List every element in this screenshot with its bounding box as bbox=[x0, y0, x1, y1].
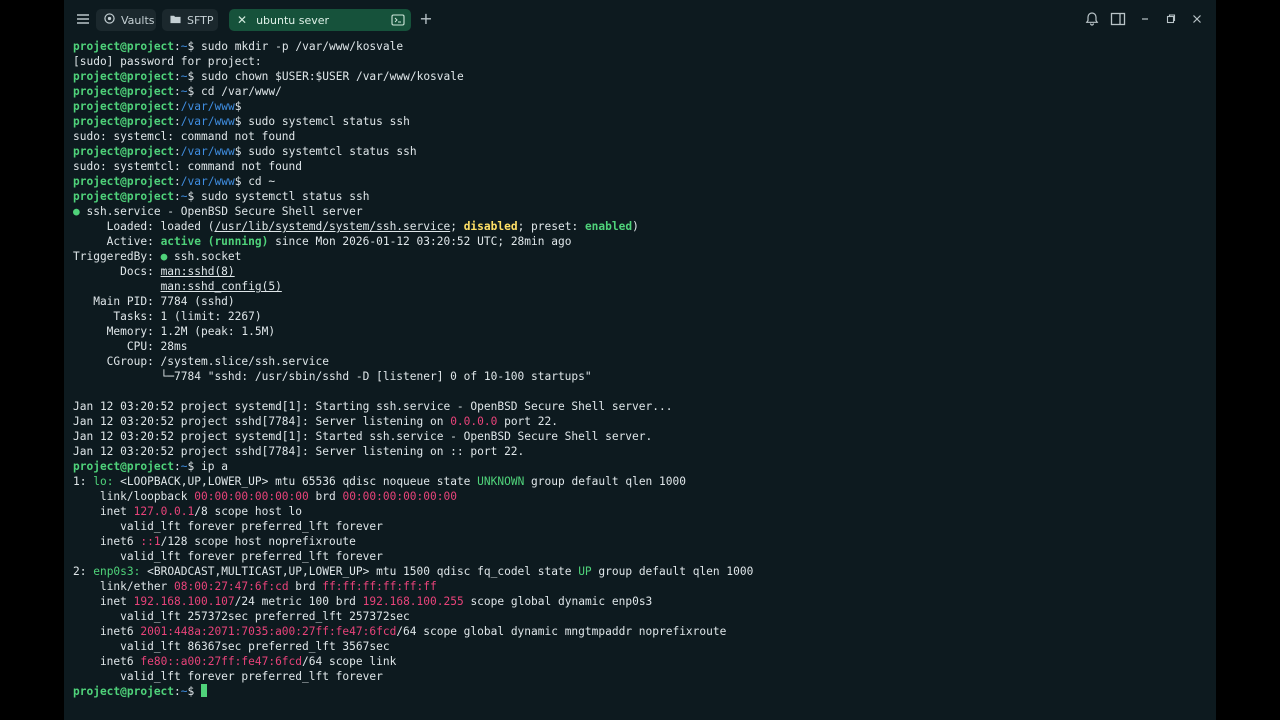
folder-icon bbox=[170, 14, 181, 27]
terminal-output[interactable]: project@project:~$ sudo mkdir -p /var/ww… bbox=[73, 39, 1208, 699]
tab-label: SFTP bbox=[187, 13, 214, 27]
terminal-line: project@project:/var/www$ cd ~ bbox=[73, 175, 276, 188]
terminal-line: ● ssh.service - OpenBSD Secure Shell ser… bbox=[73, 205, 363, 218]
terminal-line: sudo: systemtcl: command not found bbox=[73, 160, 303, 173]
tab-sftp[interactable]: SFTP bbox=[162, 9, 218, 31]
terminal-line: Active: active (running) since Mon 2026-… bbox=[73, 235, 572, 248]
terminal-line: Jan 12 03:20:52 project sshd[7784]: Serv… bbox=[73, 445, 525, 458]
tab-vaults[interactable]: Vaults bbox=[96, 9, 156, 31]
terminal-app-window: Vaults SFTP ✕ ubuntu sever + project@pro… bbox=[64, 0, 1216, 720]
new-tab-button[interactable]: + bbox=[416, 9, 436, 29]
terminal-line: link/loopback 00:00:00:00:00:00 brd 00:0… bbox=[73, 490, 457, 503]
terminal-line: project@project:/var/www$ sudo systemtcl… bbox=[73, 145, 417, 158]
terminal-line: Main PID: 7784 (sshd) bbox=[73, 295, 235, 308]
terminal-line: link/ether 08:00:27:47:6f:cd brd ff:ff:f… bbox=[73, 580, 437, 593]
bell-icon bbox=[1085, 12, 1099, 26]
terminal-line: inet 127.0.0.1/8 scope host lo bbox=[73, 505, 303, 518]
terminal-line: Jan 12 03:20:52 project systemd[1]: Star… bbox=[73, 430, 653, 443]
terminal-line: valid_lft forever preferred_lft forever bbox=[73, 670, 383, 683]
terminal-line: Jan 12 03:20:52 project sshd[7784]: Serv… bbox=[73, 415, 558, 428]
restore-icon bbox=[1166, 14, 1176, 24]
terminal-line: sudo: systemcl: command not found bbox=[73, 130, 296, 143]
hamburger-icon bbox=[77, 14, 89, 24]
close-window-button[interactable] bbox=[1188, 10, 1206, 28]
terminal-line: inet6 ::1/128 scope host noprefixroute bbox=[73, 535, 356, 548]
terminal-line: 2: enp0s3: <BROADCAST,MULTICAST,UP,LOWER… bbox=[73, 565, 754, 578]
terminal-line: valid_lft 257372sec preferred_lft 257372… bbox=[73, 610, 410, 623]
terminal-line: project@project:~$ cd /var/www/ bbox=[73, 85, 282, 98]
vault-icon bbox=[104, 13, 115, 27]
terminal-line: project@project:/var/www$ bbox=[73, 100, 242, 113]
terminal-line: └─7784 "sshd: /usr/sbin/sshd -D [listene… bbox=[73, 370, 592, 383]
terminal-line: Loaded: loaded (/usr/lib/systemd/system/… bbox=[73, 220, 639, 233]
plus-icon: + bbox=[419, 9, 433, 28]
close-icon bbox=[1193, 15, 1201, 23]
terminal-line: man:sshd_config(5) bbox=[160, 280, 282, 293]
terminal-line: TriggeredBy: ● ssh.socket bbox=[73, 250, 242, 263]
sidebar-toggle-button[interactable] bbox=[1109, 10, 1127, 28]
terminal-line: Docs: man:sshd(8) bbox=[73, 265, 235, 278]
tab-label: ubuntu sever bbox=[256, 13, 330, 27]
terminal-line: valid_lft forever preferred_lft forever bbox=[73, 550, 383, 563]
terminal-line: Jan 12 03:20:52 project systemd[1]: Star… bbox=[73, 400, 673, 413]
terminal-prompt-line[interactable]: project@project:~$ bbox=[73, 684, 1208, 699]
terminal-line: project@project:/var/www$ sudo systemcl … bbox=[73, 115, 410, 128]
terminal-line: valid_lft 86367sec preferred_lft 3567sec bbox=[73, 640, 390, 653]
terminal-line: inet 192.168.100.107/24 metric 100 brd 1… bbox=[73, 595, 653, 608]
terminal-line: inet6 fe80::a00:27ff:fe47:6fcd/64 scope … bbox=[73, 655, 397, 668]
restore-button[interactable] bbox=[1162, 10, 1180, 28]
terminal-line: valid_lft forever preferred_lft forever bbox=[73, 520, 383, 533]
tab-ubuntu-sever[interactable]: ✕ ubuntu sever bbox=[229, 9, 411, 31]
terminal-line: project@project:~$ ip a bbox=[73, 460, 228, 473]
terminal-line: project@project:~$ sudo mkdir -p /var/ww… bbox=[73, 40, 404, 53]
title-bar: Vaults SFTP ✕ ubuntu sever + bbox=[64, 0, 1216, 38]
split-icon[interactable] bbox=[391, 13, 405, 27]
text-cursor bbox=[201, 684, 208, 697]
terminal-line: inet6 2001:448a:2071:7035:a00:27ff:fe47:… bbox=[73, 625, 727, 638]
terminal-line: [sudo] password for project: bbox=[73, 55, 262, 68]
menu-button[interactable] bbox=[74, 10, 92, 28]
minimize-icon bbox=[1142, 18, 1148, 20]
terminal-line: 1: lo: <LOOPBACK,UP,LOWER_UP> mtu 65536 … bbox=[73, 475, 686, 488]
notifications-button[interactable] bbox=[1083, 10, 1101, 28]
terminal-line: CGroup: /system.slice/ssh.service bbox=[73, 355, 329, 368]
tab-label: Vaults bbox=[121, 13, 155, 27]
terminal-line: project@project:~$ sudo chown $USER:$USE… bbox=[73, 70, 464, 83]
terminal-line: Memory: 1.2M (peak: 1.5M) bbox=[73, 325, 276, 338]
minimize-button[interactable] bbox=[1136, 10, 1154, 28]
close-icon[interactable]: ✕ bbox=[237, 13, 247, 27]
terminal-line: CPU: 28ms bbox=[73, 340, 188, 353]
terminal-line: Tasks: 1 (limit: 2267) bbox=[73, 310, 262, 323]
panel-icon bbox=[1110, 12, 1126, 26]
terminal-line: project@project:~$ sudo systemctl status… bbox=[73, 190, 370, 203]
